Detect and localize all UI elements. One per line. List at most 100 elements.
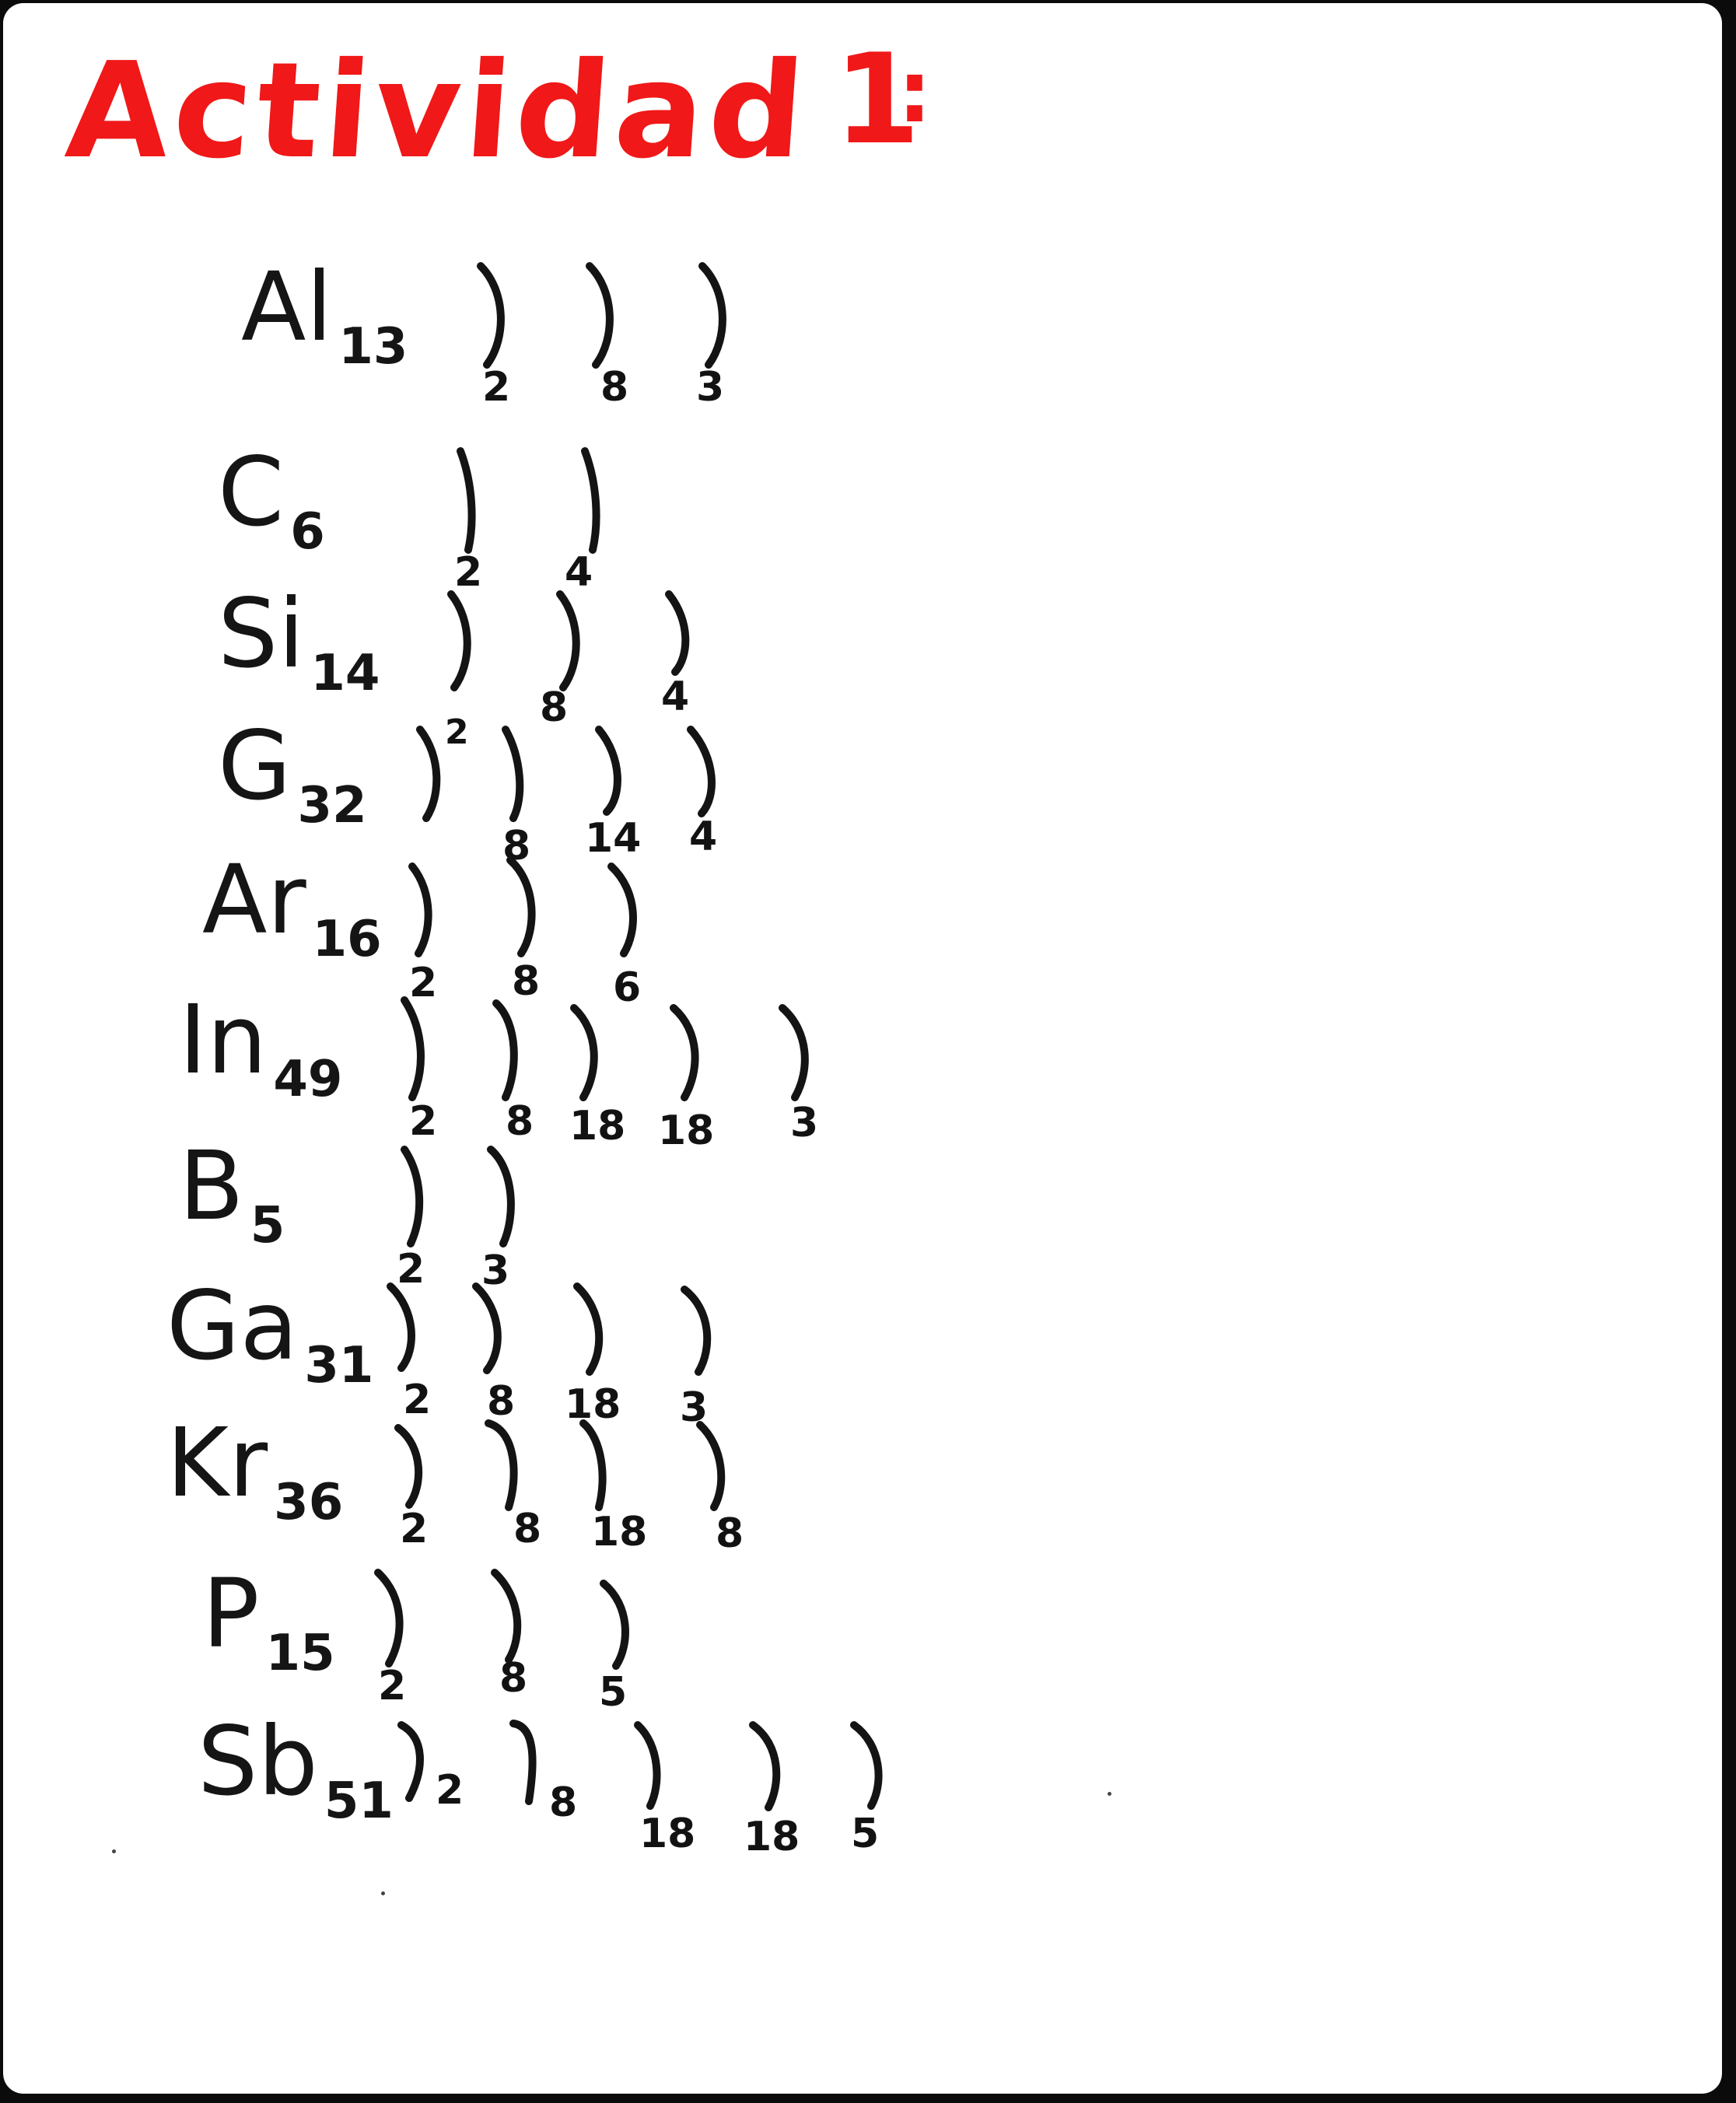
shell-electron-count: 4 bbox=[661, 674, 690, 720]
shell-5: 5 bbox=[850, 1714, 913, 1870]
shell-arc-icon bbox=[581, 447, 600, 554]
shell-electron-count: 18 bbox=[591, 1509, 648, 1555]
shell-arc-icon bbox=[397, 1721, 424, 1802]
atomic-number: 16 bbox=[312, 911, 382, 968]
shell-arc-icon bbox=[472, 1282, 502, 1374]
marker-speck bbox=[112, 1849, 116, 1853]
shell-arc-icon bbox=[408, 863, 432, 957]
shell-electron-count: 8 bbox=[549, 1779, 578, 1826]
shell-2: 8 bbox=[498, 719, 560, 874]
shell-1: 2 bbox=[451, 445, 513, 600]
marker-speck bbox=[1108, 1792, 1111, 1796]
element-symbol: C6 bbox=[218, 445, 325, 557]
shell-electron-count: 5 bbox=[851, 1811, 880, 1857]
shell-arc-icon bbox=[607, 863, 637, 957]
shell-1: 2 bbox=[373, 1566, 436, 1722]
marker-speck bbox=[381, 1891, 385, 1895]
shell-electron-count: 2 bbox=[409, 1098, 438, 1145]
shell-1: 2 bbox=[384, 1279, 446, 1434]
element-symbol: Kr 36 bbox=[166, 1415, 343, 1527]
shell-electron-count: 8 bbox=[716, 1510, 744, 1557]
shell-2: 8 bbox=[470, 1279, 532, 1434]
shell-electron-count: 2 bbox=[400, 1506, 429, 1552]
shell-2: 3 bbox=[481, 1139, 548, 1294]
shell-3: 6 bbox=[607, 852, 669, 1008]
atomic-number: 36 bbox=[274, 1474, 344, 1531]
shell-arc-icon bbox=[447, 590, 471, 691]
element-symbol-text: P bbox=[202, 1559, 260, 1669]
shell-arc-icon bbox=[457, 447, 476, 554]
atomic-number: 6 bbox=[290, 503, 325, 561]
shell-4: 18 bbox=[744, 1714, 812, 1870]
shell-1: 2 bbox=[397, 992, 459, 1148]
element-symbol: In 49 bbox=[179, 992, 342, 1104]
shell-3: 18 bbox=[568, 992, 630, 1148]
shell-2: 8 bbox=[490, 992, 552, 1148]
shell-electron-count: 2 bbox=[436, 1767, 464, 1814]
shell-2: 8 bbox=[490, 1566, 552, 1722]
shell-3: 3 bbox=[696, 260, 758, 415]
shell-1: 2 bbox=[392, 1415, 454, 1571]
shell-1: 2 bbox=[397, 1139, 459, 1294]
shell-electron-count: 2 bbox=[378, 1663, 407, 1709]
atomic-number: 51 bbox=[324, 1772, 394, 1830]
shell-electron-count: 2 bbox=[445, 712, 469, 752]
shell-4: 18 bbox=[658, 992, 731, 1151]
shell-arc-icon bbox=[570, 1004, 598, 1101]
shell-electron-count: 8 bbox=[600, 364, 629, 411]
shell-electron-count: 18 bbox=[569, 1103, 626, 1149]
shell-arc-icon bbox=[492, 999, 518, 1101]
shell-3: 18 bbox=[565, 1279, 633, 1434]
shell-4: 3 bbox=[680, 1279, 742, 1434]
element-symbol-text: C bbox=[218, 437, 285, 548]
shell-electron-count: 18 bbox=[658, 1107, 715, 1154]
atomic-number: 32 bbox=[297, 777, 367, 835]
element-symbol: P 15 bbox=[202, 1566, 335, 1678]
shell-3: 5 bbox=[599, 1566, 661, 1722]
shell-arc-icon bbox=[502, 726, 524, 822]
element-symbol-text: Kr bbox=[166, 1408, 268, 1518]
shell-arc-icon bbox=[509, 1720, 537, 1805]
shell-electron-count: 2 bbox=[482, 364, 511, 411]
shell-arc-icon bbox=[401, 1146, 424, 1247]
shell-arc-icon bbox=[749, 1721, 781, 1811]
shell-electron-count: 18 bbox=[639, 1811, 696, 1857]
atomic-number: 49 bbox=[273, 1051, 343, 1108]
shell-electron-count: 3 bbox=[790, 1100, 819, 1146]
element-symbol: Ga 31 bbox=[166, 1279, 373, 1391]
shell-3: 18 bbox=[633, 1714, 695, 1870]
shell-electron-count: 8 bbox=[499, 1655, 528, 1702]
shell-arc-icon bbox=[477, 262, 505, 369]
element-symbol: B5 bbox=[179, 1139, 285, 1251]
atomic-number: 14 bbox=[310, 645, 380, 702]
element-symbol-text: Ar bbox=[202, 845, 306, 955]
shell-3: 14 bbox=[585, 719, 653, 874]
shell-1: 2 bbox=[404, 852, 467, 1008]
element-symbol: Al 13 bbox=[241, 260, 408, 372]
shell-2: 8 bbox=[485, 1415, 548, 1571]
shell-electron-count: 8 bbox=[506, 1098, 534, 1145]
shell-1: 2 bbox=[474, 260, 537, 415]
element-symbol-text: Sb bbox=[198, 1706, 318, 1817]
shell-2: 8 bbox=[509, 1714, 578, 1870]
shell-arc-icon bbox=[506, 856, 536, 957]
shell-5: 3 bbox=[778, 992, 840, 1148]
shell-arc-icon bbox=[698, 262, 726, 369]
shell-3: 18 bbox=[579, 1415, 647, 1571]
shell-electron-count: 2 bbox=[403, 1377, 432, 1423]
element-symbol-text: Si bbox=[218, 579, 305, 689]
activity-title-colon: : bbox=[898, 42, 932, 142]
element-symbol: Ar 16 bbox=[202, 852, 382, 964]
shell-arc-icon bbox=[487, 1146, 515, 1247]
shell-4: 4 bbox=[684, 719, 747, 874]
shell-1: 2 bbox=[397, 1714, 464, 1870]
shell-2: 8 bbox=[506, 852, 568, 1008]
shell-arc-icon bbox=[779, 1004, 809, 1101]
shell-1: 2 bbox=[412, 712, 474, 874]
atomic-number: 15 bbox=[265, 1625, 335, 1682]
shell-electron-count: 18 bbox=[744, 1814, 800, 1860]
shell-arc-icon bbox=[387, 1282, 415, 1372]
shell-4: 8 bbox=[695, 1415, 758, 1571]
element-symbol-text: Ga bbox=[166, 1271, 299, 1381]
shell-arc-icon bbox=[681, 1286, 712, 1376]
